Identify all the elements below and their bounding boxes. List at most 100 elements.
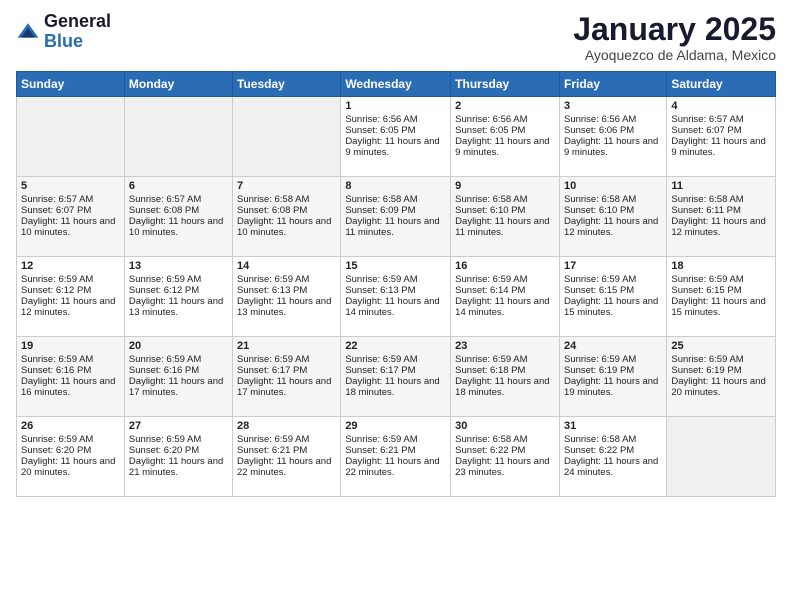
daylight-text: Daylight: 11 hours and 13 minutes. [129, 296, 228, 318]
day-number: 6 [129, 180, 228, 192]
sunset-text: Sunset: 6:08 PM [237, 205, 336, 216]
sunrise-text: Sunrise: 6:59 AM [671, 274, 771, 285]
sunset-text: Sunset: 6:21 PM [237, 445, 336, 456]
page: General Blue January 2025 Ayoquezco de A… [0, 0, 792, 612]
sunrise-text: Sunrise: 6:56 AM [455, 114, 555, 125]
day-number: 31 [564, 420, 662, 432]
daylight-text: Daylight: 11 hours and 11 minutes. [345, 216, 446, 238]
day-number: 23 [455, 340, 555, 352]
calendar-cell: 27Sunrise: 6:59 AMSunset: 6:20 PMDayligh… [124, 417, 232, 497]
day-number: 7 [237, 180, 336, 192]
header: General Blue January 2025 Ayoquezco de A… [16, 12, 776, 63]
col-monday: Monday [124, 72, 232, 97]
sunset-text: Sunset: 6:09 PM [345, 205, 446, 216]
calendar-cell: 2 Sunrise: 6:56 AMSunset: 6:05 PMDaylight… [451, 97, 560, 177]
sunset-text: Sunset: 6:08 PM [129, 205, 228, 216]
sunset-text: Sunset: 6:14 PM [455, 285, 555, 296]
day-number: 17 [564, 260, 662, 272]
calendar-cell: 1 Sunrise: 6:56 AMSunset: 6:05 PMDaylight… [341, 97, 451, 177]
sunset-text: Sunset: 6:19 PM [564, 365, 662, 376]
sunset-text: Sunset: 6:21 PM [345, 445, 446, 456]
calendar-cell: 13Sunrise: 6:59 AMSunset: 6:12 PMDayligh… [124, 257, 232, 337]
daylight-text: Daylight: 11 hours and 15 minutes. [564, 296, 662, 318]
sunset-text: Sunset: 6:16 PM [129, 365, 228, 376]
sunrise-text: Sunrise: 6:59 AM [564, 274, 662, 285]
logo-text: General Blue [44, 12, 111, 52]
day-number: 24 [564, 340, 662, 352]
sunset-text: Sunset: 6:15 PM [671, 285, 771, 296]
daylight-text: Daylight: 11 hours and 20 minutes. [671, 376, 771, 398]
daylight-text: Daylight: 11 hours and 18 minutes. [455, 376, 555, 398]
daylight-text: Daylight: 11 hours and 18 minutes. [345, 376, 446, 398]
sunset-text: Sunset: 6:19 PM [671, 365, 771, 376]
sunset-text: Sunset: 6:18 PM [455, 365, 555, 376]
sunset-text: Sunset: 6:06 PM [564, 125, 662, 136]
calendar-week-3: 12Sunrise: 6:59 AMSunset: 6:12 PMDayligh… [17, 257, 776, 337]
sunrise-text: Sunrise: 6:59 AM [129, 274, 228, 285]
daylight-text: Daylight: 11 hours and 12 minutes. [671, 216, 771, 238]
sunset-text: Sunset: 6:22 PM [564, 445, 662, 456]
sunset-text: Sunset: 6:12 PM [21, 285, 120, 296]
daylight-text: Daylight: 11 hours and 17 minutes. [237, 376, 336, 398]
sunrise-text: Sunrise: 6:57 AM [129, 194, 228, 205]
sunset-text: Sunset: 6:05 PM [455, 125, 555, 136]
sunset-text: Sunset: 6:16 PM [21, 365, 120, 376]
daylight-text: Daylight: 11 hours and 9 minutes. [455, 136, 555, 158]
sunrise-text: Sunrise: 6:56 AM [564, 114, 662, 125]
day-number: 1 [345, 100, 446, 112]
calendar-cell: 18 Sunrise: 6:59 AMSunset: 6:15 PMDayligh… [667, 257, 776, 337]
daylight-text: Daylight: 11 hours and 22 minutes. [237, 456, 336, 478]
daylight-text: Daylight: 11 hours and 9 minutes. [345, 136, 446, 158]
daylight-text: Daylight: 11 hours and 14 minutes. [345, 296, 446, 318]
calendar-cell: 30Sunrise: 6:58 AMSunset: 6:22 PMDayligh… [451, 417, 560, 497]
daylight-text: Daylight: 11 hours and 22 minutes. [345, 456, 446, 478]
day-number: 3 [564, 100, 662, 112]
daylight-text: Daylight: 11 hours and 10 minutes. [237, 216, 336, 238]
sunset-text: Sunset: 6:17 PM [345, 365, 446, 376]
calendar-week-2: 5Sunrise: 6:57 AMSunset: 6:07 PMDaylight… [17, 177, 776, 257]
header-row: Sunday Monday Tuesday Wednesday Thursday… [17, 72, 776, 97]
day-number: 27 [129, 420, 228, 432]
calendar-cell: 25Sunrise: 6:59 AMSunset: 6:19 PMDayligh… [667, 337, 776, 417]
sunset-text: Sunset: 6:05 PM [345, 125, 446, 136]
sunrise-text: Sunrise: 6:59 AM [455, 274, 555, 285]
daylight-text: Daylight: 11 hours and 12 minutes. [564, 216, 662, 238]
month-title: January 2025 [573, 12, 776, 47]
sunrise-text: Sunrise: 6:58 AM [455, 194, 555, 205]
day-number: 22 [345, 340, 446, 352]
calendar-cell: 29Sunrise: 6:59 AMSunset: 6:21 PMDayligh… [341, 417, 451, 497]
daylight-text: Daylight: 11 hours and 24 minutes. [564, 456, 662, 478]
daylight-text: Daylight: 11 hours and 14 minutes. [455, 296, 555, 318]
day-number: 30 [455, 420, 555, 432]
calendar-cell: 3Sunrise: 6:56 AMSunset: 6:06 PMDaylight… [559, 97, 666, 177]
daylight-text: Daylight: 11 hours and 23 minutes. [455, 456, 555, 478]
sunrise-text: Sunrise: 6:58 AM [564, 194, 662, 205]
day-number: 2 [455, 100, 555, 112]
day-number: 5 [21, 180, 120, 192]
day-number: 20 [129, 340, 228, 352]
calendar-cell [233, 97, 341, 177]
col-saturday: Saturday [667, 72, 776, 97]
sunset-text: Sunset: 6:12 PM [129, 285, 228, 296]
daylight-text: Daylight: 11 hours and 17 minutes. [129, 376, 228, 398]
day-number: 29 [345, 420, 446, 432]
calendar-header: Sunday Monday Tuesday Wednesday Thursday… [17, 72, 776, 97]
day-number: 18 [671, 260, 771, 272]
day-number: 21 [237, 340, 336, 352]
sunrise-text: Sunrise: 6:58 AM [345, 194, 446, 205]
col-wednesday: Wednesday [341, 72, 451, 97]
calendar-cell: 26Sunrise: 6:59 AMSunset: 6:20 PMDayligh… [17, 417, 125, 497]
daylight-text: Daylight: 11 hours and 21 minutes. [129, 456, 228, 478]
calendar-week-1: 1Sunrise: 6:56 AMSunset: 6:05 PMDaylight… [17, 97, 776, 177]
calendar-cell [667, 417, 776, 497]
daylight-text: Daylight: 11 hours and 15 minutes. [671, 296, 771, 318]
day-number: 11 [671, 180, 771, 192]
daylight-text: Daylight: 11 hours and 10 minutes. [21, 216, 120, 238]
sunrise-text: Sunrise: 6:58 AM [564, 434, 662, 445]
sunrise-text: Sunrise: 6:59 AM [21, 354, 120, 365]
sunset-text: Sunset: 6:22 PM [455, 445, 555, 456]
sunrise-text: Sunrise: 6:56 AM [345, 114, 446, 125]
day-number: 26 [21, 420, 120, 432]
calendar-cell: 24Sunrise: 6:59 AMSunset: 6:19 PMDayligh… [559, 337, 666, 417]
sunrise-text: Sunrise: 6:59 AM [345, 274, 446, 285]
